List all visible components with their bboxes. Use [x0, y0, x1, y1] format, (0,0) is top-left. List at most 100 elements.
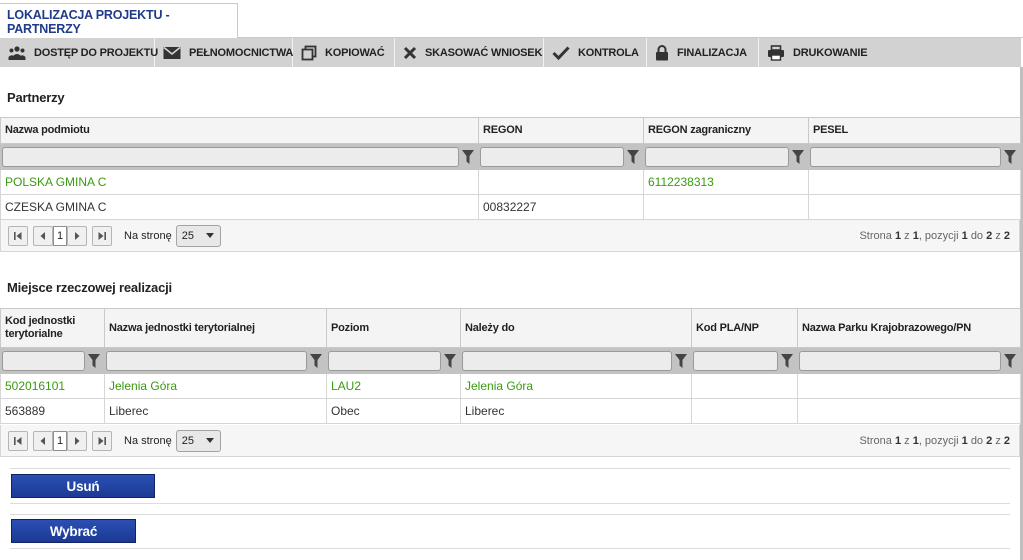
column-header[interactable]: Kod jednostki terytorialne	[0, 308, 105, 348]
last-page-icon	[98, 436, 106, 445]
table-cell[interactable]: LAU2	[326, 373, 461, 399]
filter-input[interactable]	[462, 350, 672, 371]
table-cell[interactable]: 502016101	[0, 373, 105, 399]
column-header[interactable]: REGON	[478, 117, 644, 144]
divider	[10, 468, 1010, 469]
per-page-value: 25	[181, 229, 194, 242]
table-row[interactable]: POLSKA GMINA C 6112238313	[0, 169, 1021, 195]
power-of-attorney-button[interactable]: PEŁNOMOCNICTWA	[155, 38, 293, 67]
check-button[interactable]: KONTROLA	[544, 38, 647, 67]
column-header[interactable]: Poziom	[326, 308, 461, 348]
table-cell[interactable]: 563889	[0, 398, 105, 424]
filter-input[interactable]	[693, 350, 778, 371]
first-page-button[interactable]	[8, 225, 28, 246]
prev-page-icon	[40, 231, 45, 240]
filter-icon[interactable]	[441, 353, 459, 368]
column-header[interactable]: Kod PLA/NP	[691, 308, 798, 348]
table-cell[interactable]: Jelenia Góra	[104, 373, 327, 399]
table-cell[interactable]	[797, 398, 1021, 424]
filter-input[interactable]	[328, 350, 441, 371]
prev-page-button[interactable]	[33, 430, 53, 451]
column-header[interactable]: Należy do	[460, 308, 692, 348]
table-cell[interactable]: Liberec	[460, 398, 692, 424]
partners-grid: Nazwa podmiotu REGON REGON zagraniczny P…	[0, 117, 1021, 220]
per-page-label: Na stronę	[124, 229, 172, 242]
toolbar-label: FINALIZACJA	[677, 46, 747, 59]
chevron-down-icon	[205, 438, 214, 443]
table-cell[interactable]: 00832227	[478, 194, 644, 220]
per-page-select[interactable]: 25	[175, 224, 221, 247]
last-page-icon	[98, 231, 106, 240]
filter-icon[interactable]	[778, 353, 796, 368]
table-cell[interactable]	[691, 373, 798, 399]
close-icon	[403, 46, 417, 59]
finalize-button[interactable]: FINALIZACJA	[647, 38, 759, 67]
print-button[interactable]: DRUKOWANIE	[759, 38, 869, 67]
filter-icon[interactable]	[459, 149, 477, 164]
access-button[interactable]: DOSTĘP DO PROJEKTU	[0, 38, 158, 67]
table-cell[interactable]	[478, 169, 644, 195]
filter-icon[interactable]	[307, 353, 325, 368]
table-cell[interactable]: Jelenia Góra	[460, 373, 692, 399]
filter-icon[interactable]	[85, 353, 103, 368]
column-header[interactable]: Nazwa podmiotu	[0, 117, 479, 144]
divider	[10, 514, 1010, 515]
filter-icon[interactable]	[624, 149, 642, 164]
divider	[10, 548, 1010, 549]
tab-lokalizacja-partnerzy[interactable]: LOKALIZACJA PROJEKTU - PARTNERZY	[0, 3, 238, 39]
column-header[interactable]: Nazwa Parku Krajobrazowego/PN	[797, 308, 1021, 348]
filter-input[interactable]	[480, 146, 624, 167]
next-page-button[interactable]	[67, 225, 87, 246]
table-row[interactable]: 563889 Liberec Obec Liberec	[0, 398, 1021, 424]
table-cell[interactable]: Liberec	[104, 398, 327, 424]
locations-section-title: Miejsce rzeczowej realizacji	[7, 280, 172, 295]
last-page-button[interactable]	[92, 225, 112, 246]
partners-section-title: Partnerzy	[7, 90, 65, 105]
table-row[interactable]: 502016101 Jelenia Góra LAU2 Jelenia Góra	[0, 373, 1021, 399]
page-number[interactable]: 1	[53, 430, 67, 451]
table-cell[interactable]	[643, 194, 809, 220]
filter-icon[interactable]	[1001, 353, 1019, 368]
per-page-select[interactable]: 25	[175, 429, 221, 452]
select-button[interactable]: Wybrać	[11, 519, 136, 543]
table-cell[interactable]: POLSKA GMINA C	[0, 169, 479, 195]
next-page-button[interactable]	[67, 430, 87, 451]
toolbar-label: PEŁNOMOCNICTWA	[189, 46, 294, 59]
toolbar-label: KOPIOWAĆ	[325, 46, 385, 59]
table-cell[interactable]	[691, 398, 798, 424]
column-header[interactable]: REGON zagraniczny	[643, 117, 809, 144]
toolbar: DOSTĘP DO PROJEKTU PEŁNOMOCNICTWA KOPIOW…	[0, 38, 1021, 67]
table-cell[interactable]: 6112238313	[643, 169, 809, 195]
lock-icon	[656, 44, 668, 60]
column-header[interactable]: Nazwa jednostki terytorialnej	[104, 308, 327, 348]
copy-button[interactable]: KOPIOWAĆ	[293, 38, 395, 67]
last-page-button[interactable]	[92, 430, 112, 451]
filter-icon[interactable]	[1001, 149, 1019, 164]
column-header[interactable]: PESEL	[808, 117, 1021, 144]
page-number[interactable]: 1	[53, 225, 67, 246]
table-cell[interactable]: Obec	[326, 398, 461, 424]
filter-input[interactable]	[106, 350, 307, 371]
pager-info: Strona 1 z 1, pozycji 1 do 2 z 2	[859, 229, 1010, 242]
filter-input[interactable]	[2, 146, 459, 167]
filter-input[interactable]	[645, 146, 789, 167]
toolbar-label: KONTROLA	[578, 46, 639, 59]
table-cell[interactable]	[808, 194, 1021, 220]
delete-button[interactable]: Usuń	[11, 474, 155, 498]
locations-pager: 1 Na stronę 25 Strona 1 z 1, pozycji 1 d…	[0, 425, 1020, 457]
filter-input[interactable]	[810, 146, 1001, 167]
filter-icon[interactable]	[789, 149, 807, 164]
prev-page-button[interactable]	[33, 225, 53, 246]
filter-input[interactable]	[799, 350, 1001, 371]
table-cell[interactable]: CZESKA GMINA C	[0, 194, 479, 220]
filter-icon[interactable]	[672, 353, 690, 368]
table-cell[interactable]	[797, 373, 1021, 399]
filter-input[interactable]	[2, 350, 85, 371]
next-page-icon	[75, 231, 80, 240]
table-row[interactable]: CZESKA GMINA C 00832227	[0, 194, 1021, 220]
table-cell[interactable]	[808, 169, 1021, 195]
next-page-icon	[75, 436, 80, 445]
first-page-button[interactable]	[8, 430, 28, 451]
delete-application-button[interactable]: SKASOWAĆ WNIOSEK	[395, 38, 544, 67]
partners-pager: 1 Na stronę 25 Strona 1 z 1, pozycji 1 d…	[0, 220, 1020, 252]
